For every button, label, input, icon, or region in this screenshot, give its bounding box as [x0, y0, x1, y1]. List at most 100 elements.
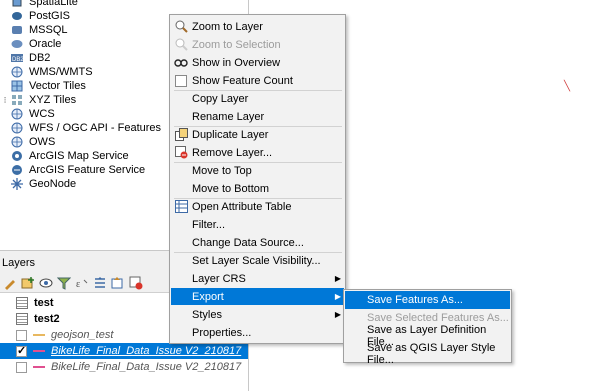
menu-item-move-to-top[interactable]: Move to Top: [171, 162, 344, 179]
browser-item-label: ArcGIS Map Service: [29, 150, 129, 162]
menu-item-show-in-overview[interactable]: Show in Overview: [171, 54, 344, 71]
browser-item-ows[interactable]: OWS: [0, 135, 55, 149]
browser-item-wms-wmts[interactable]: WMS/WMTS: [0, 65, 93, 79]
menu-item-label: Show in Overview: [192, 56, 281, 69]
browser-item-label: DB2: [29, 52, 51, 64]
browser-item-oracle[interactable]: Oracle: [0, 37, 61, 51]
browser-item-xyz-tiles[interactable]: ⁝ XYZ Tiles: [0, 93, 77, 107]
browser-item-wcs[interactable]: WCS: [0, 107, 55, 121]
menu-item-label: Properties...: [192, 326, 252, 339]
db2-icon: DB2: [10, 52, 24, 64]
browser-item-label: ArcGIS Feature Service: [29, 164, 146, 176]
expand-arrow-icon[interactable]: ⁝: [0, 95, 10, 106]
browser-item-arcgis-map-service[interactable]: ArcGIS Map Service: [0, 149, 129, 163]
manage-visibility-icon[interactable]: [38, 275, 54, 291]
remove-layer-icon: [174, 146, 188, 160]
layers-panel-title: Layers: [2, 257, 36, 269]
menu-item-move-to-bottom[interactable]: Move to Bottom: [171, 180, 344, 197]
menu-item-filter[interactable]: Filter...: [171, 216, 344, 233]
menu-item-open-attribute-table[interactable]: Open Attribute Table: [171, 198, 344, 215]
menu-item-rename-layer[interactable]: Rename Layer: [171, 108, 344, 125]
menu-item-duplicate-layer[interactable]: Duplicate Layer: [171, 126, 344, 143]
browser-item-wfs-ogc-api-features[interactable]: WFS / OGC API - Features: [0, 121, 161, 135]
table-layer-icon: [16, 297, 28, 309]
menu-item-label: Open Attribute Table: [192, 200, 292, 213]
browser-item-db2[interactable]: DB2 DB2: [0, 51, 50, 65]
menu-item-label: Export: [192, 290, 224, 303]
menu-item-label: Show Feature Count: [192, 74, 293, 87]
open-layer-styling-icon[interactable]: [2, 275, 18, 291]
submenu-item-save-features-as[interactable]: Save Features As...: [345, 291, 510, 309]
layer-context-menu: Zoom to Layer Zoom to Selection Show in Ov…: [169, 14, 346, 344]
browser-item-label: SpatiaLite: [29, 0, 78, 8]
arcgis-map-icon: [10, 150, 24, 162]
menu-item-label: Filter...: [192, 218, 226, 231]
menu-item-label: Layer CRS: [192, 272, 246, 285]
browser-item-label: GeoNode: [29, 178, 77, 190]
menu-item-zoom-to-selection[interactable]: Zoom to Selection: [171, 36, 344, 53]
add-group-icon[interactable]: [20, 275, 36, 291]
layer-visibility-checkbox[interactable]: [16, 329, 27, 341]
arcgis-feature-icon: [10, 164, 24, 176]
browser-item-mssql[interactable]: MSSQL: [0, 23, 68, 37]
menu-icon-spacer: [174, 326, 188, 340]
remove-layer-icon[interactable]: [128, 275, 144, 291]
submenu-item-save-as-qgis-layer-style-file[interactable]: Save as QGIS Layer Style File...: [345, 342, 510, 366]
globe-icon: [10, 136, 24, 148]
menu-item-label: Zoom to Layer: [192, 20, 263, 33]
menu-item-set-layer-scale-visibility[interactable]: Set Layer Scale Visibility...: [171, 252, 344, 269]
menu-item-layer-crs[interactable]: Layer CRS ▶: [171, 270, 344, 287]
browser-item-label: WMS/WMTS: [29, 66, 93, 78]
layer-visibility-checkbox[interactable]: [16, 344, 27, 357]
menu-item-copy-layer[interactable]: Copy Layer: [171, 90, 344, 107]
menu-item-remove-layer[interactable]: Remove Layer...: [171, 144, 344, 161]
menu-item-show-feature-count[interactable]: Show Feature Count: [171, 72, 344, 89]
menu-icon-spacer: [174, 236, 188, 250]
menu-item-properties[interactable]: Properties...: [171, 324, 344, 341]
browser-item-label: Vector Tiles: [29, 80, 86, 92]
browser-item-label: WFS / OGC API - Features: [29, 122, 162, 134]
mssql-icon: [10, 24, 24, 36]
browser-item-geonode[interactable]: GeoNode: [0, 177, 76, 191]
browser-item-label: WCS: [29, 108, 55, 120]
layer-row[interactable]: BikeLife_Final_Data_Issue V2_210817: [0, 359, 248, 375]
menu-item-label: Copy Layer: [192, 92, 249, 105]
browser-item-postgis[interactable]: PostGIS: [0, 9, 70, 23]
menu-icon-spacer: [174, 308, 188, 322]
layer-row[interactable]: BikeLife_Final_Data_Issue V2_210817: [0, 343, 248, 359]
geonode-icon: [10, 178, 24, 190]
menu-item-label: Move to Bottom: [192, 182, 270, 195]
layer-name: test2: [34, 313, 60, 325]
browser-item-arcgis-feature-service[interactable]: ArcGIS Feature Service: [0, 163, 145, 177]
browser-item-label: Oracle: [29, 38, 62, 50]
menu-icon-spacer: [174, 110, 188, 124]
layer-visibility-checkbox[interactable]: [16, 361, 27, 373]
zoom-to-layer-icon: [174, 20, 188, 34]
globe-icon: [10, 108, 24, 120]
menu-item-change-data-source[interactable]: Change Data Source...: [171, 234, 344, 251]
collapse-all-icon[interactable]: [110, 275, 126, 291]
table-layer-icon: [16, 313, 28, 325]
filter-expression-icon[interactable]: ε: [74, 275, 90, 291]
submenu-item-label: Save as QGIS Layer Style File...: [367, 342, 496, 366]
duplicate-layer-icon: [174, 128, 188, 142]
browser-item-label: OWS: [29, 136, 56, 148]
browser-item-label: XYZ Tiles: [29, 94, 77, 106]
zoom-to-selection-icon: [174, 38, 188, 52]
line-symbol-icon: [33, 334, 45, 336]
menu-icon-spacer: [174, 218, 188, 232]
layer-name: geojson_test: [51, 329, 114, 341]
menu-item-zoom-to-layer[interactable]: Zoom to Layer: [171, 18, 344, 35]
browser-item-vector-tiles[interactable]: Vector Tiles: [0, 79, 86, 93]
postgis-icon: [10, 10, 24, 22]
filter-legend-icon[interactable]: [56, 275, 72, 291]
browser-item-spatialite[interactable]: SpatiaLite: [0, 0, 78, 9]
expand-all-icon[interactable]: [92, 275, 108, 291]
checkbox-icon: [174, 74, 188, 88]
menu-icon-spacer: [174, 182, 188, 196]
menu-item-styles[interactable]: Styles ▶: [171, 306, 344, 323]
menu-item-label: Rename Layer: [192, 110, 265, 123]
menu-icon-spacer: [174, 272, 188, 286]
menu-item-export[interactable]: Export ▶: [171, 288, 344, 305]
menu-icon-spacer: [174, 92, 188, 106]
